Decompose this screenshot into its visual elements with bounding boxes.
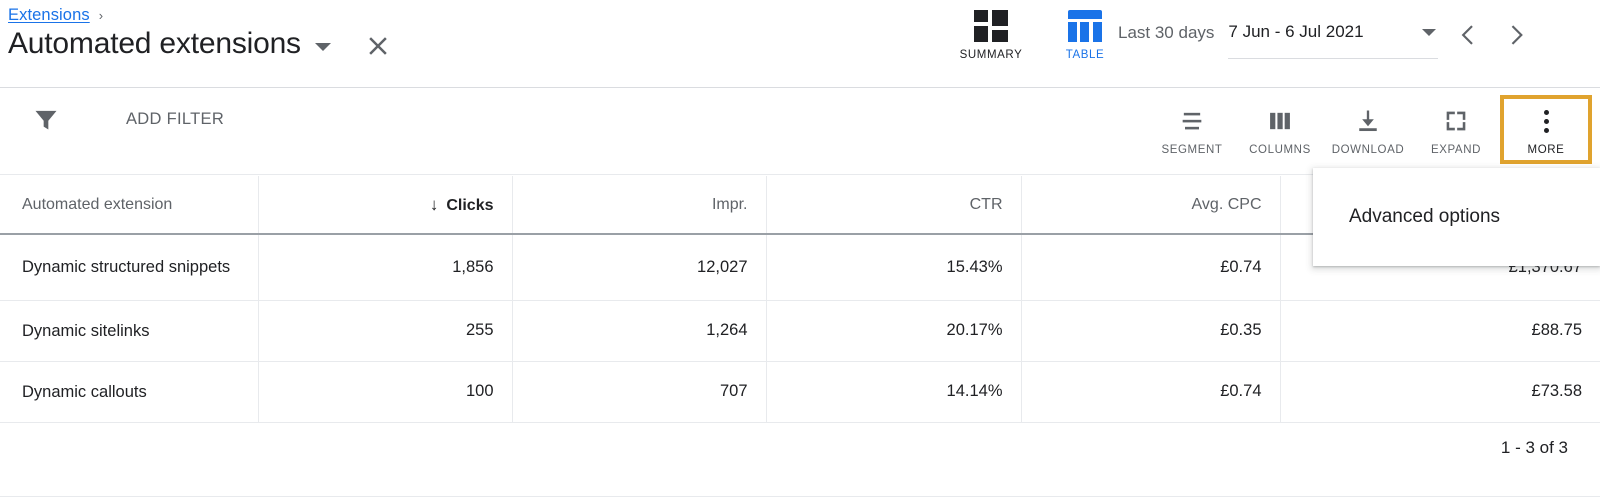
bottom-divider [0,496,1600,497]
view-toggle-table-label: TABLE [1065,49,1105,61]
column-header-clicks-label: Clicks [446,196,494,214]
table-icon [1068,10,1102,42]
chevron-down-icon[interactable] [314,43,331,51]
expand-button[interactable]: EXPAND [1412,95,1500,156]
add-filter-label: ADD FILTER [126,109,225,128]
download-button[interactable]: DOWNLOAD [1324,95,1412,156]
cell-extension-name: Dynamic structured snippets [0,234,259,301]
segment-label: SEGMENT [1161,144,1223,156]
cell-impressions: 707 [512,361,767,423]
close-icon[interactable] [363,31,393,61]
columns-label: COLUMNS [1249,144,1311,156]
view-toggle-table[interactable]: TABLE [1049,10,1121,61]
view-toggle-group: SUMMARY TABLE [955,10,1121,61]
breadcrumb: Extensions › [8,6,103,25]
cell-avg-cpc: £0.74 [1021,234,1281,301]
ads-extensions-page: Extensions › Automated extensions SUMMAR… [0,0,1600,503]
cell-extension-name: Dynamic sitelinks [0,300,259,362]
title-row: Automated extensions [8,24,393,64]
cell-impressions: 12,027 [512,234,767,301]
date-range-value: 7 Jun - 6 Jul 2021 [1228,22,1364,41]
breadcrumb-separator-icon: › [98,8,104,23]
cell-clicks: 100 [258,361,513,423]
more-button[interactable]: MORE [1500,95,1592,164]
segment-icon [1178,107,1206,135]
cell-avg-cpc: £0.35 [1021,300,1281,362]
date-range-control: Last 30 days 7 Jun - 6 Jul 2021 [1118,18,1534,59]
download-label: DOWNLOAD [1331,144,1405,156]
more-label: MORE [1527,144,1565,156]
chevron-left-icon[interactable] [1452,18,1486,52]
table-row[interactable]: Dynamic callouts 100 707 14.14% £0.74 £7… [0,361,1600,423]
table-row[interactable]: Dynamic sitelinks 255 1,264 20.17% £0.35… [0,300,1600,362]
summary-grid-icon [974,10,1008,42]
segment-button[interactable]: SEGMENT [1148,95,1236,156]
breadcrumb-link-extensions[interactable]: Extensions [8,6,90,25]
menu-item-advanced-options[interactable]: Advanced options [1313,197,1600,237]
chevron-right-icon[interactable] [1500,18,1534,52]
add-filter-button[interactable]: ADD FILTER [32,105,224,133]
column-header-avg-cpc[interactable]: Avg. CPC [1021,176,1281,235]
table-toolbar: ADD FILTER SEGMENT COLUMNS DOWNLOAD EXPA… [0,89,1600,175]
date-preset-label: Last 30 days [1118,23,1215,42]
column-header-ctr[interactable]: CTR [766,176,1022,235]
pagination-count: 1 - 3 of 3 [1500,438,1568,457]
column-header-extension[interactable]: Automated extension [0,176,259,235]
view-toggle-summary[interactable]: SUMMARY [955,10,1027,61]
cell-extension-name: Dynamic callouts [0,361,259,423]
cell-impressions: 1,264 [512,300,767,362]
chevron-down-icon[interactable] [1422,28,1437,36]
columns-icon [1266,107,1294,135]
cell-clicks: 255 [258,300,513,362]
toolbar-actions: SEGMENT COLUMNS DOWNLOAD EXPAND MORE [1148,95,1592,164]
cell-avg-cpc: £0.74 [1021,361,1281,423]
funnel-icon [32,105,60,133]
more-menu-popup: Advanced options [1313,168,1600,266]
page-title: Automated extensions [8,27,301,60]
more-vert-icon [1543,107,1549,135]
cell-ctr: 15.43% [766,234,1022,301]
cell-cost: £88.75 [1280,300,1600,362]
view-toggle-summary-label: SUMMARY [959,49,1023,61]
cell-ctr: 14.14% [766,361,1022,423]
download-icon [1354,107,1382,135]
date-range-picker[interactable]: 7 Jun - 6 Jul 2021 [1228,18,1439,59]
expand-icon [1442,107,1470,135]
columns-button[interactable]: COLUMNS [1236,95,1324,156]
column-header-impressions[interactable]: Impr. [512,176,767,235]
page-header: Extensions › Automated extensions SUMMAR… [0,0,1600,88]
expand-label: EXPAND [1430,144,1482,156]
cell-cost: £73.58 [1280,361,1600,423]
cell-ctr: 20.17% [766,300,1022,362]
sort-desc-icon: ↓ [429,194,439,214]
column-header-clicks[interactable]: ↓ Clicks [258,176,513,235]
cell-clicks: 1,856 [258,234,513,301]
